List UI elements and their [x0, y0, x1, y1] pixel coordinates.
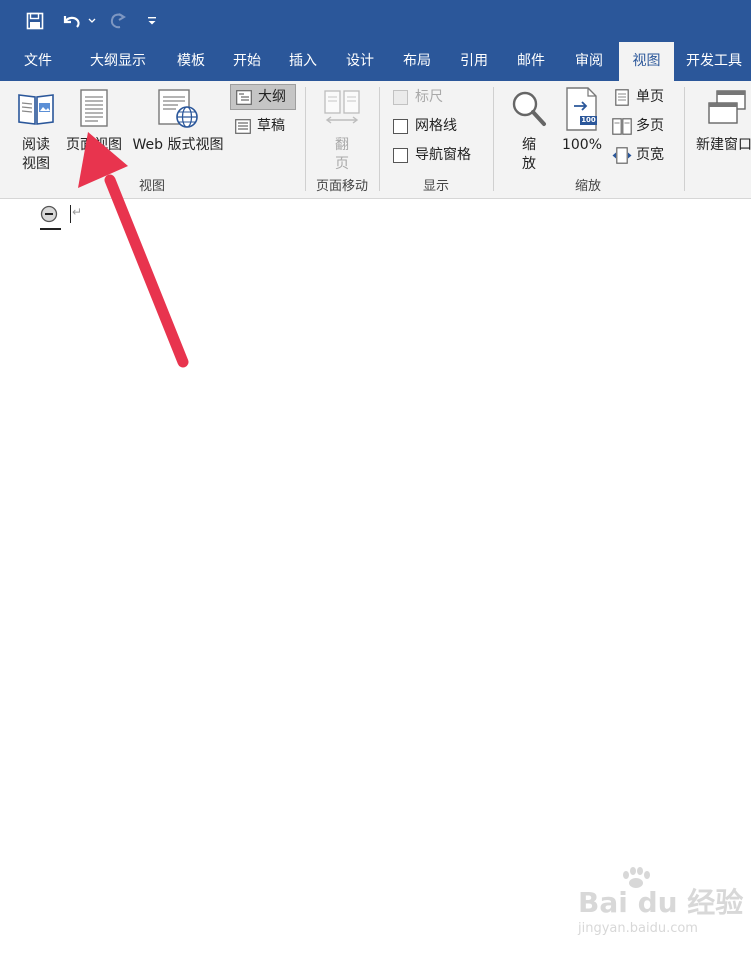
document-area[interactable]: ↵ Bai du 经验 jingyan.baidu.com: [0, 132, 751, 962]
watermark-brand: Bai du 经验: [578, 886, 744, 919]
baidu-watermark: Bai du 经验 jingyan.baidu.com: [578, 867, 743, 942]
annotation-arrow: [78, 132, 189, 368]
watermark-url: jingyan.baidu.com: [578, 921, 698, 936]
